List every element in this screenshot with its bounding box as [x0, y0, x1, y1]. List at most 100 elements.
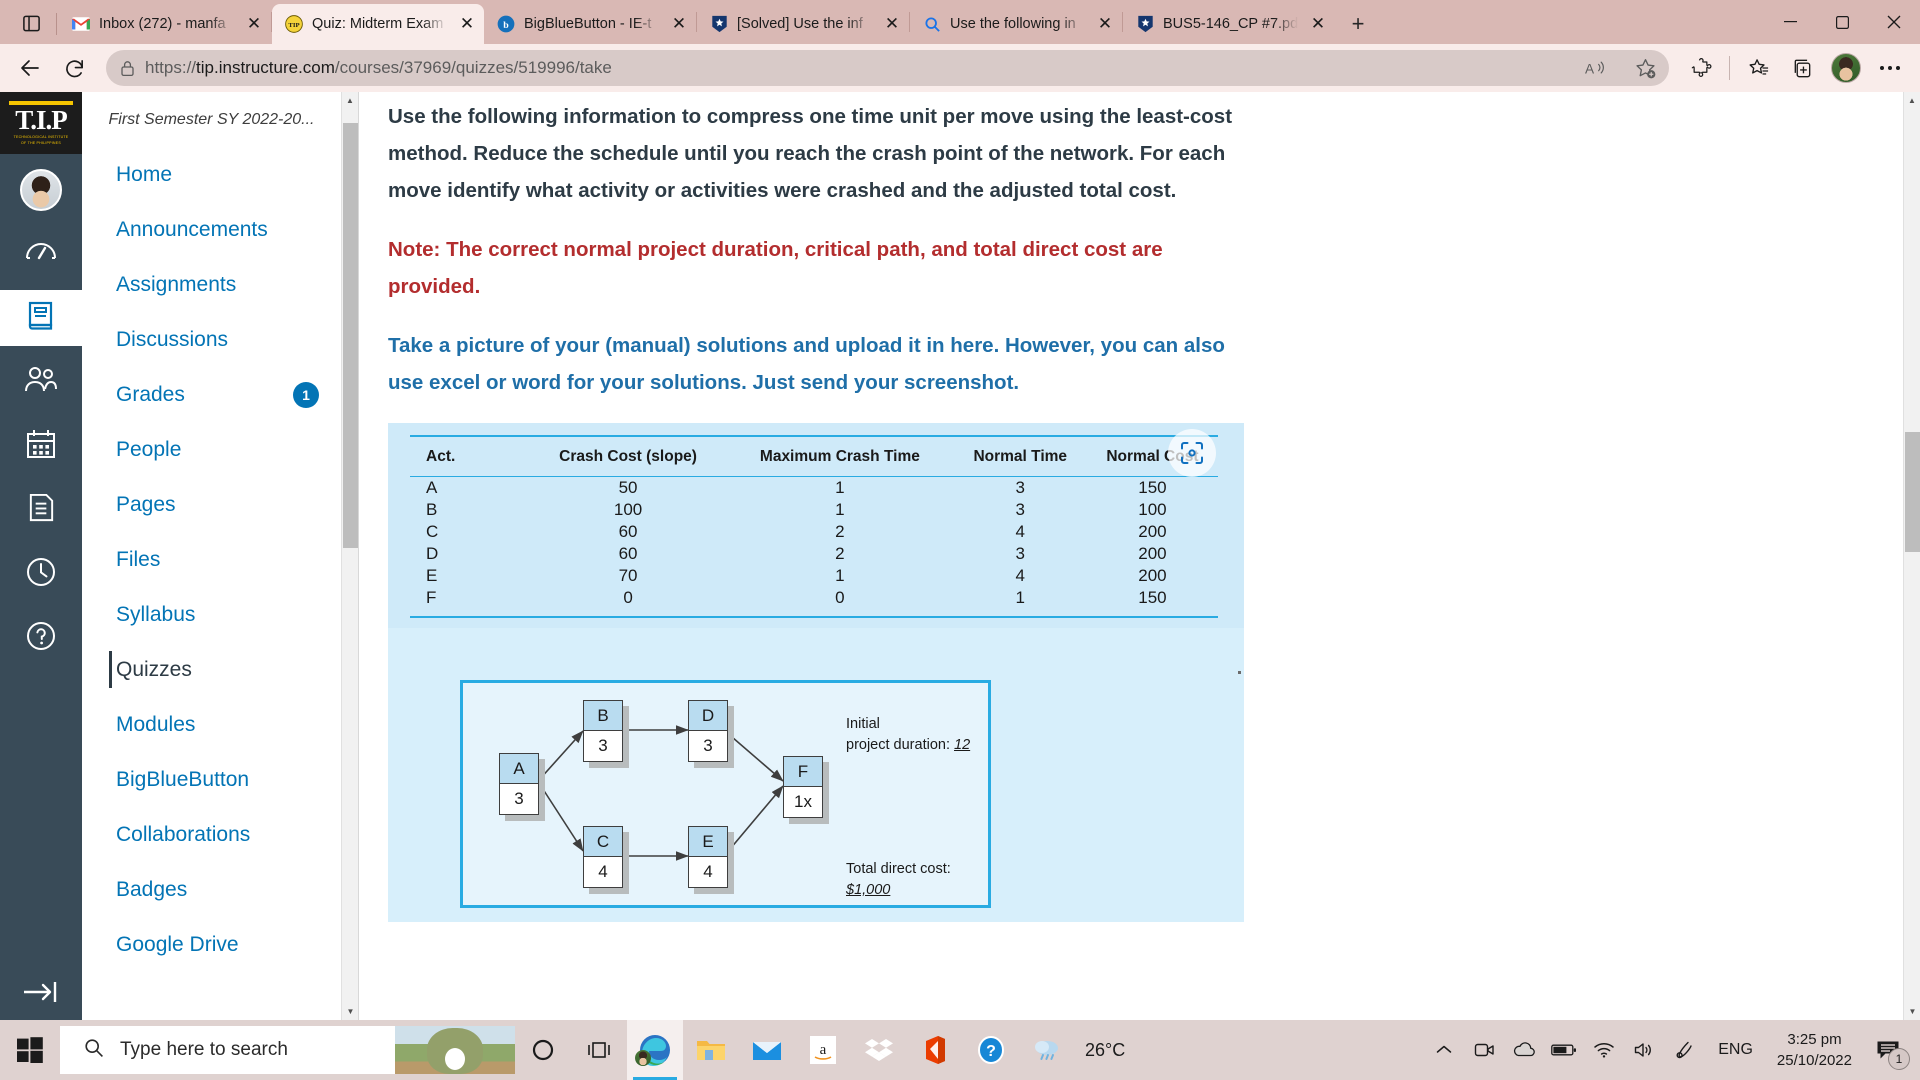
weather-icon[interactable]: [1019, 1020, 1075, 1080]
rail-item-history[interactable]: [0, 546, 82, 602]
battery-icon[interactable]: [1544, 1020, 1584, 1080]
help-icon[interactable]: ?: [963, 1020, 1019, 1080]
svg-text:?: ?: [986, 1043, 996, 1060]
tab-actions-icon[interactable]: [14, 6, 48, 40]
onedrive-icon[interactable]: [1504, 1020, 1544, 1080]
search-input[interactable]: Type here to search: [60, 1026, 515, 1074]
cortana-icon[interactable]: [515, 1020, 571, 1080]
rail-item-account[interactable]: [0, 162, 82, 218]
collections-icon[interactable]: [1782, 48, 1822, 88]
search-icon: [84, 1038, 104, 1063]
nav-item-pages[interactable]: Pages: [82, 477, 341, 532]
pen-icon[interactable]: [1664, 1020, 1704, 1080]
tab-bigbluebutton[interactable]: b BigBlueButton - IE-t ✕: [484, 4, 696, 44]
scroll-down-icon[interactable]: ▼: [1904, 1003, 1920, 1020]
rail-item-groups[interactable]: [0, 354, 82, 410]
content-scrollbar[interactable]: ▲ ▼: [1903, 92, 1920, 1020]
rail-item-help[interactable]: [0, 610, 82, 666]
edge-icon[interactable]: [627, 1020, 683, 1080]
close-icon[interactable]: ✕: [881, 13, 903, 35]
close-icon[interactable]: ✕: [456, 13, 478, 35]
nav-item-assignments[interactable]: Assignments: [82, 257, 341, 312]
collapse-navigation-button[interactable]: [0, 978, 82, 1006]
cell-max-crash-time: 1: [835, 566, 845, 585]
url-text: https://tip.instructure.com/courses/3796…: [145, 58, 612, 77]
profile-avatar[interactable]: [1826, 48, 1866, 88]
tab-solved-use-the-info[interactable]: [Solved] Use the inf ✕: [697, 4, 909, 44]
scrollbar-thumb[interactable]: [1905, 432, 1920, 552]
address-bar[interactable]: https://tip.instructure.com/courses/3796…: [106, 50, 1669, 86]
close-icon[interactable]: ✕: [1307, 13, 1329, 35]
minimize-icon[interactable]: [1764, 0, 1816, 44]
clock[interactable]: 3:25 pm 25/10/2022: [1767, 1029, 1862, 1071]
mail-icon[interactable]: [739, 1020, 795, 1080]
wifi-icon[interactable]: [1584, 1020, 1624, 1080]
nav-label: Assignments: [116, 272, 237, 296]
dropbox-icon[interactable]: [851, 1020, 907, 1080]
settings-more-icon[interactable]: [1870, 48, 1910, 88]
back-icon[interactable]: [10, 48, 50, 88]
extensions-icon[interactable]: [1681, 48, 1721, 88]
scroll-up-icon[interactable]: ▲: [1904, 92, 1920, 109]
coursehero-icon: [1136, 15, 1154, 33]
cell-crash-cost: 70: [618, 566, 638, 585]
nav-item-modules[interactable]: Modules: [82, 697, 341, 752]
scroll-up-icon[interactable]: ▲: [342, 92, 358, 109]
tip-logo[interactable]: T.I.P TECHNOLOGICAL INSTITUTE OF THE PHI…: [0, 92, 82, 154]
scrollbar-thumb[interactable]: [343, 123, 358, 548]
node-label: C: [584, 827, 622, 857]
close-icon[interactable]: ✕: [243, 13, 265, 35]
nav-item-grades[interactable]: Grades 1: [82, 367, 341, 422]
read-aloud-icon[interactable]: A: [1575, 48, 1615, 88]
close-icon[interactable]: [1868, 0, 1920, 44]
nav-item-google-drive[interactable]: Google Drive: [82, 917, 341, 972]
rail-item-inbox[interactable]: [0, 482, 82, 538]
nav-label: People: [116, 437, 182, 461]
nav-item-home[interactable]: Home: [82, 147, 341, 202]
nav-item-files[interactable]: Files: [82, 532, 341, 587]
rail-item-dashboard[interactable]: [0, 226, 82, 282]
tab-use-the-following[interactable]: Use the following in ✕: [910, 4, 1122, 44]
figure-gap: [388, 628, 1244, 680]
question-prompt: Use the following information to compres…: [388, 105, 1233, 202]
weather-temperature[interactable]: 26°C: [1075, 1040, 1135, 1061]
rail-item-calendar[interactable]: [0, 418, 82, 474]
course-navigation: First Semester SY 2022-20... Home Announ…: [82, 92, 359, 1020]
duration-label-line1: Initial: [846, 716, 880, 732]
course-nav-scrollbar[interactable]: ▲ ▼: [341, 92, 358, 1020]
maximize-icon[interactable]: [1816, 0, 1868, 44]
volume-icon[interactable]: [1624, 1020, 1664, 1080]
tip-logo-sub2: OF THE PHILIPPINES: [21, 140, 61, 145]
nav-item-people[interactable]: People: [82, 422, 341, 477]
new-tab-button[interactable]: +: [1341, 7, 1375, 41]
add-favorite-icon[interactable]: [1625, 48, 1665, 88]
nav-item-quizzes[interactable]: Quizzes: [82, 642, 341, 697]
show-hidden-icons[interactable]: [1424, 1020, 1464, 1080]
nav-item-announcements[interactable]: Announcements: [82, 202, 341, 257]
tab-bus5-146-cp7-pdf[interactable]: BUS5-146_CP #7.pd ✕: [1123, 4, 1335, 44]
nav-item-syllabus[interactable]: Syllabus: [82, 587, 341, 642]
refresh-icon[interactable]: [54, 48, 94, 88]
amazon-icon[interactable]: a: [795, 1020, 851, 1080]
file-explorer-icon[interactable]: [683, 1020, 739, 1080]
nav-item-collaborations[interactable]: Collaborations: [82, 807, 341, 862]
start-button[interactable]: [0, 1020, 60, 1080]
office-icon[interactable]: [907, 1020, 963, 1080]
tab-inbox[interactable]: Inbox (272) - manfa ✕: [59, 4, 271, 44]
language-indicator[interactable]: ENG: [1704, 1041, 1767, 1059]
scroll-down-icon[interactable]: ▼: [342, 1003, 359, 1020]
nav-label: Files: [116, 547, 161, 571]
task-view-icon[interactable]: [571, 1020, 627, 1080]
tab-quiz-midterm-exam[interactable]: TIP Quiz: Midterm Exam ✕: [272, 4, 484, 44]
nav-item-bigbluebutton[interactable]: BigBlueButton: [82, 752, 341, 807]
notification-center-button[interactable]: 1: [1862, 1020, 1914, 1080]
rail-item-courses[interactable]: [0, 290, 82, 346]
nav-item-discussions[interactable]: Discussions: [82, 312, 341, 367]
nav-item-badges[interactable]: Badges: [82, 862, 341, 917]
image-capture-icon[interactable]: [1168, 429, 1216, 477]
node-label: B: [584, 701, 622, 731]
close-icon[interactable]: ✕: [1094, 13, 1116, 35]
favorites-icon[interactable]: [1738, 48, 1778, 88]
close-icon[interactable]: ✕: [668, 13, 690, 35]
meet-now-icon[interactable]: [1464, 1020, 1504, 1080]
